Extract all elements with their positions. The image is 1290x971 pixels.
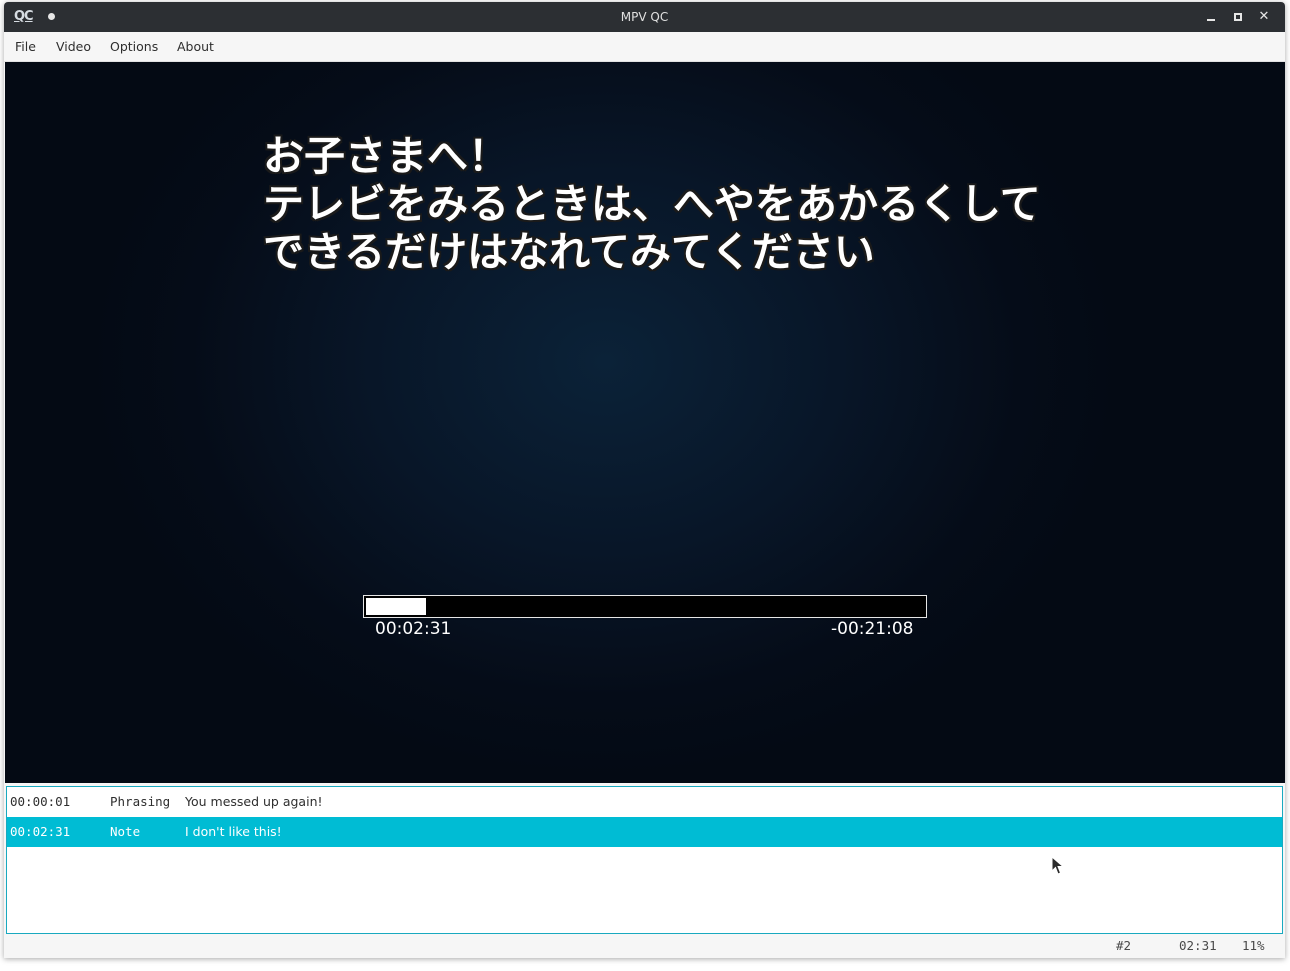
- close-button[interactable]: ✕: [1256, 9, 1272, 25]
- elapsed-time: 00:02:31: [375, 619, 452, 639]
- app-window: QC MPV QC ✕ File Video Options About お子さ…: [4, 2, 1285, 958]
- menu-video[interactable]: Video: [56, 32, 91, 62]
- comment-type[interactable]: Phrasing: [110, 787, 170, 817]
- title-bar[interactable]: QC MPV QC ✕: [4, 2, 1285, 32]
- status-time: 02:31: [1179, 938, 1217, 953]
- comment-time[interactable]: 00:02:31: [10, 817, 70, 847]
- comment-table[interactable]: 00:00:01 Phrasing You messed up again! 0…: [6, 786, 1283, 934]
- subtitle-text: お子さまへ！ テレビをみるときは、へやをあかるくして できるだけはなれてみてくだ…: [263, 132, 1123, 276]
- seek-progress-fill: [366, 598, 426, 615]
- maximize-button[interactable]: [1230, 9, 1246, 25]
- close-icon: ✕: [1258, 9, 1270, 24]
- comment-time[interactable]: 00:00:01: [10, 787, 70, 817]
- table-row[interactable]: 00:00:01 Phrasing You messed up again!: [7, 787, 1282, 817]
- minimize-icon: [1207, 19, 1215, 21]
- comment-text[interactable]: You messed up again!: [185, 787, 323, 817]
- mouse-pointer-icon: [1051, 856, 1065, 875]
- subtitle-line-3: できるだけはなれてみてください: [263, 228, 875, 276]
- seek-bar[interactable]: [363, 595, 927, 618]
- menu-bar: File Video Options About: [4, 32, 1285, 62]
- subtitle-line-1: お子さまへ！: [263, 132, 509, 180]
- menu-file[interactable]: File: [15, 32, 36, 62]
- subtitle-line-2: テレビをみるときは、へやをあかるくして: [263, 180, 1041, 228]
- comment-text[interactable]: I don't like this!: [185, 817, 282, 847]
- menu-about[interactable]: About: [177, 32, 214, 62]
- menu-options[interactable]: Options: [110, 32, 158, 62]
- remaining-time: -00:21:08: [831, 619, 914, 639]
- status-row-index: #2: [1116, 938, 1132, 953]
- table-row-selected[interactable]: 00:02:31 Note I don't like this!: [7, 817, 1282, 875]
- video-player[interactable]: お子さまへ！ テレビをみるときは、へやをあかるくして できるだけはなれてみてくだ…: [5, 62, 1285, 783]
- comment-type[interactable]: Note: [110, 817, 140, 847]
- status-bar: #2 02:31 11%: [4, 934, 1285, 958]
- status-percent: 11%: [1242, 938, 1265, 953]
- maximize-icon: [1234, 13, 1242, 21]
- window-title: MPV QC: [620, 10, 669, 24]
- minimize-button[interactable]: [1203, 9, 1219, 25]
